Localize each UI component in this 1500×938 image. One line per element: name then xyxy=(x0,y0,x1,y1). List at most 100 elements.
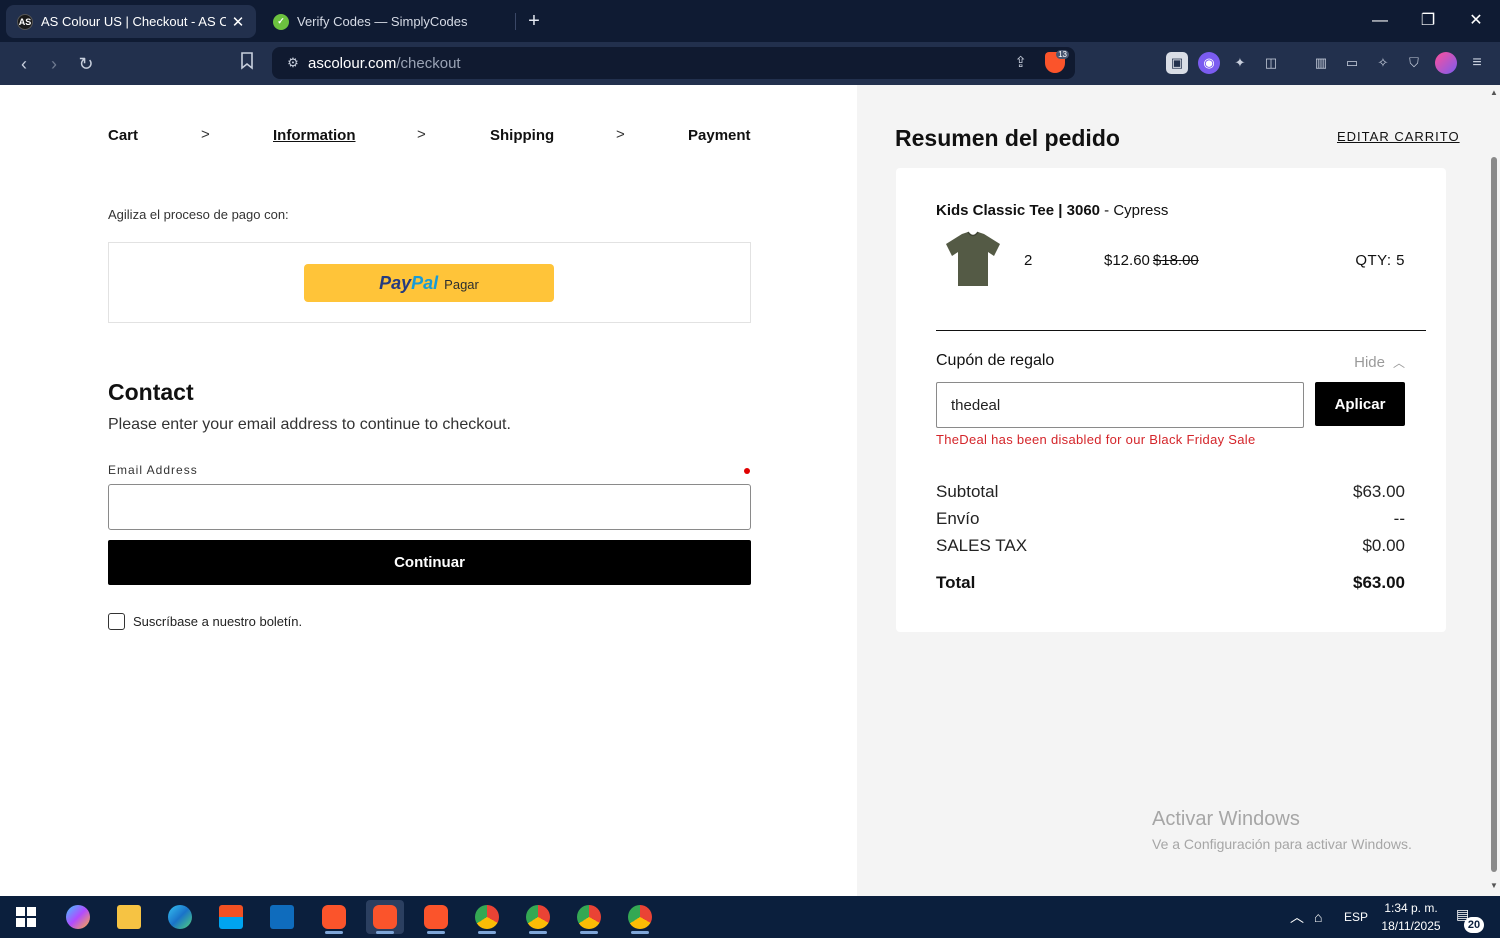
tab-as-colour-checkout[interactable]: AS AS Colour US | Checkout - AS Co ✕ xyxy=(6,5,256,38)
close-window-icon[interactable]: ✕ xyxy=(1456,6,1496,36)
chevron-right-icon: > xyxy=(201,126,210,143)
breadcrumb-information[interactable]: Information xyxy=(273,127,356,144)
outlook-icon[interactable] xyxy=(263,900,301,934)
express-checkout-box: PayPal Pagar xyxy=(108,242,751,323)
coupon-hide-toggle[interactable]: Hide ︿ xyxy=(1354,354,1405,371)
email-field[interactable] xyxy=(108,484,751,530)
continue-button[interactable]: Continuar xyxy=(108,540,751,585)
chevron-right-icon: > xyxy=(417,126,426,143)
copilot-icon[interactable] xyxy=(59,900,97,934)
breadcrumb-payment[interactable]: Payment xyxy=(688,127,751,144)
subtotal-label: Subtotal xyxy=(936,482,999,501)
breadcrumb-shipping[interactable]: Shipping xyxy=(490,127,554,144)
wallet-icon[interactable]: ▭ xyxy=(1341,52,1363,74)
microsoft-store-icon[interactable] xyxy=(212,900,250,934)
windows-activation-watermark: Activar Windows Ve a Configuración para … xyxy=(1152,808,1412,852)
newsletter-option[interactable]: Suscríbase a nuestro boletín. xyxy=(108,613,302,630)
address-bar[interactable]: ⚙ ascolour.com /checkout ⇪ 13 xyxy=(272,47,1075,79)
contact-subtitle: Please enter your email address to conti… xyxy=(108,416,511,433)
url-host: ascolour.com xyxy=(308,54,397,72)
menu-icon[interactable]: ≡ xyxy=(1466,52,1488,74)
subtotal-row: Subtotal $63.00 xyxy=(936,482,1405,502)
original-price: $18.00 xyxy=(1152,252,1199,269)
paypal-logo: PayPal xyxy=(379,272,439,293)
sidebar-icon[interactable]: ▥ xyxy=(1310,52,1332,74)
breadcrumb-cart[interactable]: Cart xyxy=(108,127,138,144)
scrollbar-thumb[interactable] xyxy=(1491,157,1497,872)
coupon-error-message: TheDeal has been disabled for our Black … xyxy=(936,432,1256,447)
tax-row: SALES TAX $0.00 xyxy=(936,536,1405,556)
site-settings-icon[interactable]: ⚙ xyxy=(278,55,308,71)
product-qty-label: QTY: 5 xyxy=(1355,252,1405,269)
chevron-up-icon[interactable]: ︿ xyxy=(1290,896,1304,938)
tab-title: Verify Codes — SimplyCodes xyxy=(297,14,468,29)
taskbar-clock[interactable]: 1:34 p. m. 18/11/2025 xyxy=(1376,899,1446,935)
express-checkout-label: Agiliza el proceso de pago con: xyxy=(108,207,289,222)
file-explorer-icon[interactable] xyxy=(110,900,148,934)
email-label: Email Address xyxy=(108,463,198,477)
browser-toolbar: ‹ › ↻ ⚙ ascolour.com /checkout ⇪ 13 ▣ ◉ … xyxy=(0,42,1500,85)
chrome-profile-icon[interactable] xyxy=(621,900,659,934)
paypal-button-label: Pagar xyxy=(444,277,479,292)
tax-label: SALES TAX xyxy=(936,536,1028,555)
restore-icon[interactable]: ❐ xyxy=(1408,6,1448,36)
simplycodes-extension-icon[interactable]: ◉ xyxy=(1198,52,1220,74)
leo-ai-icon[interactable]: ✧ xyxy=(1372,52,1394,74)
apply-coupon-button[interactable]: Aplicar xyxy=(1315,382,1405,426)
required-indicator xyxy=(744,468,750,474)
tshirt-product-image xyxy=(942,230,1004,290)
browser-tabstrip: AS AS Colour US | Checkout - AS Co ✕ ✓ V… xyxy=(0,0,1500,42)
breadcrumb: Cart > Information > Shipping > Payment xyxy=(108,126,751,147)
profile-icon[interactable] xyxy=(1435,52,1457,74)
extension-icon[interactable]: ▣ xyxy=(1166,52,1188,74)
summary-card: Kids Classic Tee | 3060 - Cypress 2 $12.… xyxy=(896,168,1446,632)
share-icon[interactable]: ⇪ xyxy=(1014,53,1027,71)
edge-icon[interactable] xyxy=(161,900,199,934)
reload-icon[interactable]: ↻ xyxy=(73,51,99,77)
vpn-shield-icon[interactable]: ⛉ xyxy=(1403,52,1425,74)
page-scrollbar[interactable]: ▲ ▼ xyxy=(1488,85,1500,896)
bookmark-icon[interactable] xyxy=(234,51,260,77)
shipping-label: Envío xyxy=(936,509,980,528)
windows-taskbar: ︿ ⌂ ESP 1:34 p. m. 18/11/2025 ▤ xyxy=(0,896,1500,938)
puzzle-icon[interactable]: ✦ xyxy=(1229,52,1251,74)
chrome-profile-icon[interactable] xyxy=(570,900,608,934)
close-tab-icon[interactable]: ✕ xyxy=(226,13,250,31)
product-name: Kids Classic Tee | 3060 - Cypress xyxy=(936,202,1169,219)
shipping-value: -- xyxy=(1393,509,1405,528)
edit-cart-link[interactable]: EDITAR CARRITO xyxy=(1337,129,1460,144)
simplycodes-icon: ✓ xyxy=(273,13,289,30)
coupon-input[interactable] xyxy=(936,382,1304,428)
tax-value: $0.00 xyxy=(1362,536,1405,555)
forward-icon[interactable]: › xyxy=(41,51,67,77)
notification-count-badge: 20 xyxy=(1464,917,1484,933)
product-count: 2 xyxy=(1024,252,1033,269)
tab-divider xyxy=(515,13,516,30)
subtotal-value: $63.00 xyxy=(1353,482,1405,501)
chrome-icon[interactable] xyxy=(468,900,506,934)
scroll-down-icon[interactable]: ▼ xyxy=(1489,881,1499,890)
as-colour-icon: AS xyxy=(17,13,33,30)
screenshot-icon[interactable]: ◫ xyxy=(1260,52,1282,74)
url-path: /checkout xyxy=(396,54,461,72)
back-icon[interactable]: ‹ xyxy=(11,51,37,77)
network-icon[interactable]: ⌂ xyxy=(1314,896,1322,938)
minimize-icon[interactable]: — xyxy=(1360,6,1400,36)
newsletter-checkbox[interactable] xyxy=(108,613,125,630)
chrome-profile-icon[interactable] xyxy=(519,900,557,934)
scroll-up-icon[interactable]: ▲ xyxy=(1489,88,1499,97)
contact-heading: Contact xyxy=(108,379,194,405)
tab-simplycodes[interactable]: ✓ Verify Codes — SimplyCodes xyxy=(262,5,514,38)
new-tab-button[interactable]: + xyxy=(522,9,546,33)
paypal-button[interactable]: PayPal Pagar xyxy=(304,264,554,302)
coupon-label: Cupón de regalo xyxy=(936,352,1055,369)
brave-browser-profile-icon[interactable] xyxy=(417,900,455,934)
shipping-row: Envío -- xyxy=(936,509,1405,529)
divider xyxy=(936,330,1426,331)
language-indicator[interactable]: ESP xyxy=(1344,896,1368,938)
windows-start-icon[interactable] xyxy=(7,900,45,934)
chevron-right-icon: > xyxy=(616,126,625,143)
brave-browser-active-icon[interactable] xyxy=(366,900,404,934)
brave-browser-icon[interactable] xyxy=(315,900,353,934)
clock-date: 18/11/2025 xyxy=(1381,919,1441,933)
